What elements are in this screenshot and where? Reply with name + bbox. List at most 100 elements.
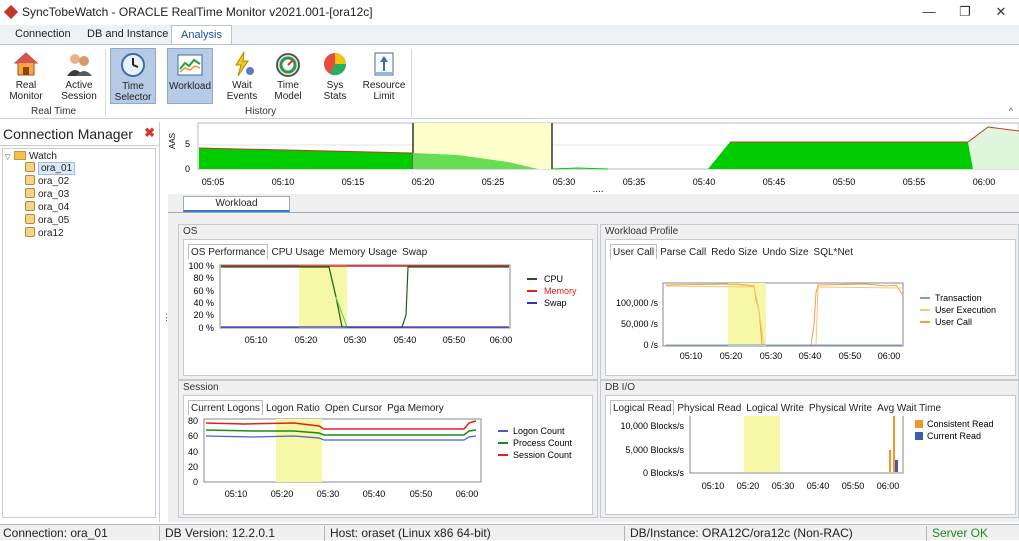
wait-events-label-1: Wait: [232, 80, 252, 91]
workload-xtick: 05:50: [839, 351, 862, 361]
subtab-swap[interactable]: Swap: [400, 245, 429, 259]
db-io-subtabs: Logical Read Physical Read Logical Write Ph…: [610, 400, 944, 416]
timeline-x-axis: 05:05 05:10 05:15 05:20 05:25 05:30 05:3…: [202, 177, 996, 195]
subtab-parse-call[interactable]: Parse Call: [658, 245, 708, 259]
subtab-logon-ratio[interactable]: Logon Ratio: [264, 401, 322, 415]
collapse-tree-icon[interactable]: ▽: [5, 151, 14, 164]
real-monitor-button[interactable]: Real Monitor: [3, 48, 49, 104]
os-panel-title: OS: [183, 226, 198, 237]
subtab-undo-size[interactable]: Undo Size: [760, 245, 810, 259]
time-model-label-1: Time: [277, 80, 299, 91]
tree-node-ora-01[interactable]: ora_01: [25, 162, 76, 175]
status-connection: Connection: ora_01: [0, 526, 160, 541]
workload-chart-icon: [176, 51, 204, 79]
subtab-logical-read[interactable]: Logical Read: [610, 400, 675, 415]
os-ytick: 100 %: [188, 261, 214, 271]
timeline-xtick: 05:55: [903, 177, 926, 187]
subtab-sql-net[interactable]: SQL*Net: [812, 245, 855, 259]
subtab-logical-write[interactable]: Logical Write: [744, 401, 806, 415]
status-db-version: DB Version: 12.2.0.1: [162, 526, 325, 541]
connection-manager-header: Connection Manager ✖: [0, 122, 159, 146]
db-io-chart-frame: Logical Read Physical Read Logical Write Ph…: [605, 395, 1016, 515]
close-button[interactable]: ✕: [983, 0, 1019, 23]
active-session-button[interactable]: Active Session: [56, 48, 102, 104]
tab-workload[interactable]: Workload: [183, 196, 290, 212]
subtab-user-call[interactable]: User Call: [610, 244, 658, 259]
timeline-ytick-5: 5: [185, 139, 190, 149]
tree-node-ora12[interactable]: ora12: [25, 227, 64, 240]
tab-db-and-instance[interactable]: DB and Instance: [78, 25, 177, 44]
legend-current-read: Current Read: [927, 431, 981, 441]
legend-session-count: Session Count: [513, 450, 572, 460]
group-separator: [105, 49, 106, 117]
title-bar: SyncTobeWatch - ORACLE RealTime Monitor …: [0, 0, 1019, 23]
users-icon: [65, 50, 93, 78]
session-xtick: 05:50: [410, 489, 433, 499]
real-monitor-label-2: Monitor: [9, 91, 43, 102]
wait-events-label-2: Events: [226, 91, 258, 102]
folder-icon: [14, 151, 26, 160]
legend-user-call: User Call: [935, 317, 972, 327]
subtab-open-cursor[interactable]: Open Cursor: [323, 401, 384, 415]
tree-node-ora-04[interactable]: ora_04: [25, 201, 69, 214]
timeline-xtick: 05:10: [272, 177, 295, 187]
database-icon: [25, 227, 35, 237]
wait-events-button[interactable]: Wait Events: [219, 48, 265, 104]
subtab-current-logons[interactable]: Current Logons: [188, 400, 263, 415]
subtab-physical-write[interactable]: Physical Write: [807, 401, 874, 415]
os-ytick: 20 %: [193, 310, 214, 320]
tab-connection[interactable]: Connection: [6, 25, 80, 44]
sys-stats-button[interactable]: Sys Stats: [312, 48, 358, 104]
current-read-bar: [895, 460, 898, 472]
subtab-cpu-usage[interactable]: CPU Usage: [269, 245, 326, 259]
aas-area: [708, 142, 973, 169]
timeline-ytick-0: 0: [185, 164, 190, 174]
subtab-avg-wait-time[interactable]: Avg Wait Time: [875, 401, 943, 415]
timeline-chart[interactable]: AAS 5 0 05:05 05:10 05:15 05:20 05:25 05…: [168, 122, 1019, 195]
tab-analysis[interactable]: Analysis: [171, 25, 232, 44]
os-ytick: 80 %: [193, 273, 214, 283]
connection-manager-panel: Connection Manager ✖ ▽ Watch ora_01 ora_0…: [0, 122, 160, 522]
close-panel-icon[interactable]: ✖: [144, 125, 155, 141]
timeline-xtick: 05:50: [833, 177, 856, 187]
database-icon: [25, 162, 35, 172]
subtab-os-performance[interactable]: OS Performance: [188, 244, 269, 259]
legend-process-count: Process Count: [513, 438, 573, 448]
db-io-ytick: 10,000 Blocks/s: [620, 421, 684, 431]
timeline-xtick: 05:35: [623, 177, 646, 187]
time-selector-button[interactable]: Time Selector: [110, 48, 156, 104]
timeline-xtick: 05:25: [482, 177, 505, 187]
pie-chart-icon: [321, 50, 349, 78]
session-xtick: 05:10: [225, 489, 248, 499]
tree-node-label: ora_02: [38, 176, 70, 187]
session-ytick: 80: [188, 416, 198, 426]
resource-limit-button[interactable]: Resource Limit: [361, 48, 407, 104]
os-xtick: 05:50: [443, 335, 466, 345]
tree-node-ora-02[interactable]: ora_02: [25, 175, 69, 188]
minimize-button[interactable]: —: [911, 0, 947, 23]
legend-consistent-read: Consistent Read: [927, 419, 994, 429]
subtab-physical-read[interactable]: Physical Read: [675, 401, 743, 415]
session-subtabs: Current Logons Logon Ratio Open Cursor Pga …: [188, 400, 447, 416]
db-io-xtick: 05:40: [807, 481, 830, 491]
tree-node-ora-03[interactable]: ora_03: [25, 188, 69, 201]
connection-manager-title: Connection Manager: [3, 126, 133, 142]
window-controls: — ❐ ✕: [911, 0, 1019, 23]
timeline-xtick: 05:40: [693, 177, 716, 187]
database-icon: [25, 214, 35, 224]
subtab-redo-size[interactable]: Redo Size: [709, 245, 759, 259]
legend-swap: Swap: [544, 298, 567, 308]
session-selection-band: [276, 419, 322, 482]
time-model-button[interactable]: Time Model: [265, 48, 311, 104]
timeline-scroll-dots[interactable]: ....: [592, 184, 603, 195]
maximize-button[interactable]: ❐: [947, 0, 983, 23]
tree-node-ora-05[interactable]: ora_05: [25, 214, 69, 227]
collapse-ribbon-icon[interactable]: ^: [1009, 106, 1013, 116]
workload-ytick: 50,000 /s: [621, 319, 659, 329]
subtab-pga-memory[interactable]: Pga Memory: [385, 401, 446, 415]
subtab-memory-usage[interactable]: Memory Usage: [327, 245, 399, 259]
resource-limit-label-1: Resource: [362, 80, 406, 91]
ribbon-tabs: Connection DB and Instance Analysis: [0, 25, 1019, 44]
workload-button[interactable]: Workload: [167, 48, 213, 104]
session-panel-title: Session: [183, 382, 219, 393]
